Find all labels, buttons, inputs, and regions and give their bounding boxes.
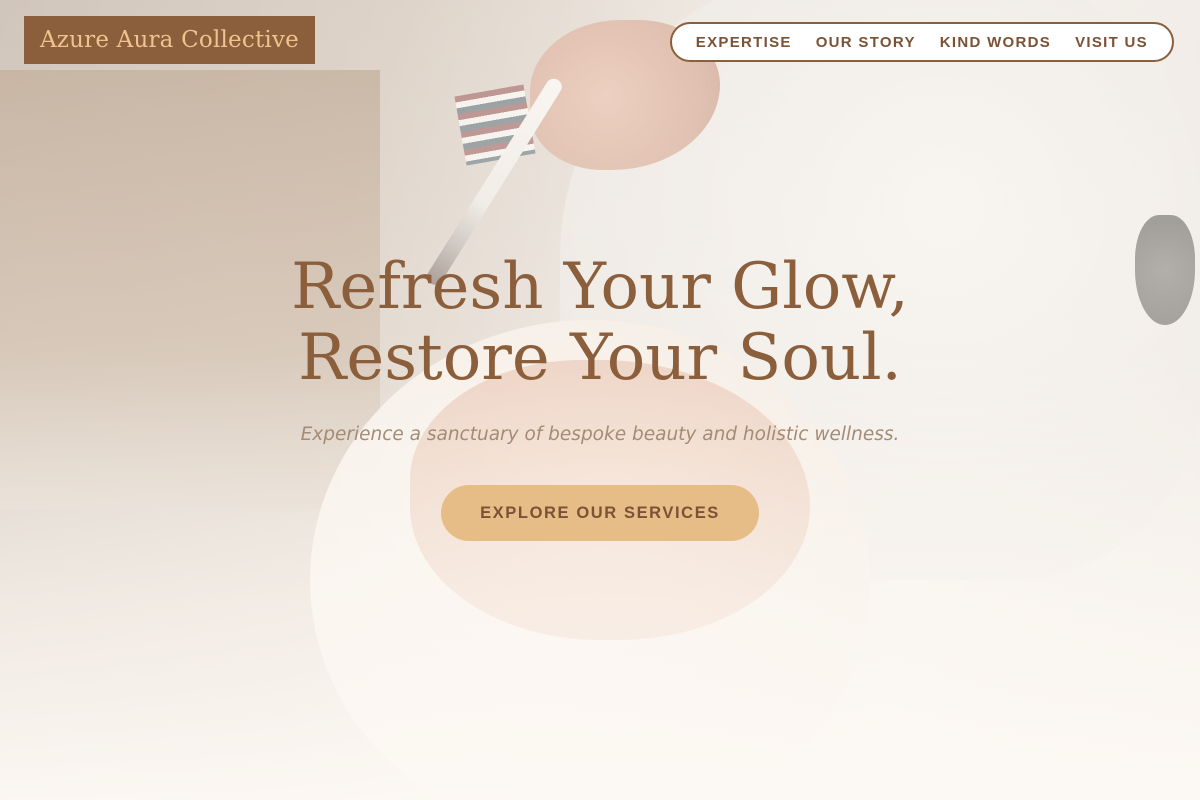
main-nav: EXPERTISE OUR STORY KIND WORDS VISIT US: [669, 22, 1174, 62]
hero-headline: Refresh Your Glow, Restore Your Soul.: [0, 252, 1200, 394]
nav-item-our-story[interactable]: OUR STORY: [804, 34, 928, 51]
nav-item-visit-us[interactable]: VISIT US: [1063, 34, 1160, 51]
nav-item-expertise[interactable]: EXPERTISE: [684, 34, 804, 51]
hero-headline-line-1: Refresh Your Glow,: [291, 250, 909, 324]
explore-services-button[interactable]: EXPLORE OUR SERVICES: [441, 485, 759, 541]
site-logo[interactable]: Azure Aura Collective: [24, 16, 315, 64]
hero-headline-line-2: Restore Your Soul.: [298, 321, 902, 395]
hero-subtitle: Experience a sanctuary of bespoke beauty…: [300, 424, 900, 445]
hero-section: Refresh Your Glow, Restore Your Soul. Ex…: [0, 252, 1200, 541]
nav-item-kind-words[interactable]: KIND WORDS: [928, 34, 1063, 51]
logo-text: Azure Aura Collective: [40, 27, 299, 53]
